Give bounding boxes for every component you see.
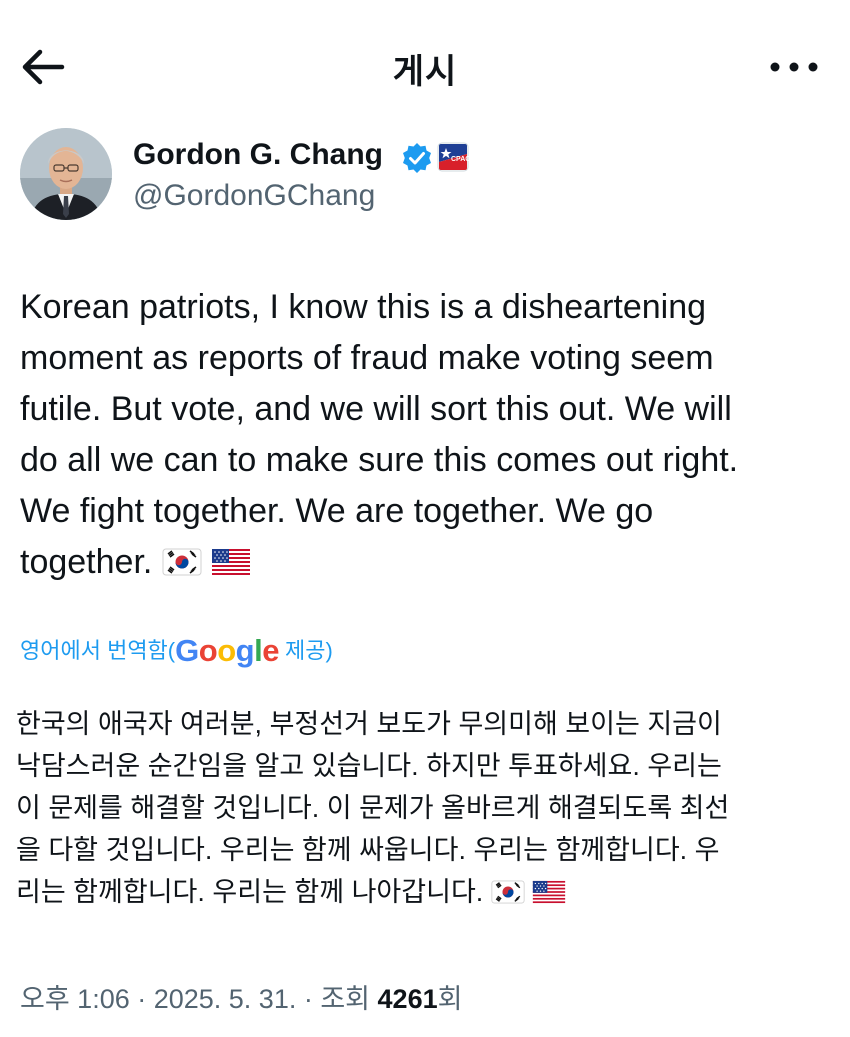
kr-flag-icon [162,548,202,576]
verified-badge-icon[interactable] [401,142,433,174]
avatar[interactable] [20,128,112,220]
tweet-text: Korean patriots, I know this is a dishea… [20,288,739,581]
google-logo: Google [175,633,279,668]
cpac-affiliation-badge-icon[interactable]: CPAC [437,142,469,172]
translation-attribution-link[interactable]: 영어에서 번역함(Google 제공) [20,633,333,669]
author-handle[interactable]: @GordonGChang [133,179,375,213]
author-name[interactable]: Gordon G. Chang [133,138,383,172]
more-horizontal-icon [770,62,818,72]
more-options-button[interactable] [764,50,824,84]
translation-suffix: 제공) [278,638,333,663]
view-count: 4261 [377,984,438,1014]
tweet-body: Korean patriots, I know this is a dishea… [20,282,835,588]
page-title: 게시 [392,53,458,91]
timestamp[interactable]: 오후 1:06 · 2025. 5. 31. · 조회 [20,984,378,1014]
svg-text:CPAC: CPAC [451,156,469,163]
us-flag-icon [533,880,566,904]
kr-flag-icon [491,880,525,904]
translated-text-block: 한국의 애국자 여러분, 부정선거 보도가 무의미해 보이는 지금이 낙담스러운… [16,703,841,913]
avatar-portrait-image [20,128,112,220]
translated-text: 한국의 애국자 여러분, 부정선거 보도가 무의미해 보이는 지금이 낙담스러운… [16,709,730,907]
tweet-meta: 오후 1:06 · 2025. 5. 31. · 조회 4261회 [20,977,462,1016]
top-bar: 게시 [0,0,850,130]
view-count-suffix: 회 [437,984,463,1014]
us-flag-icon [212,549,251,575]
translation-prefix: 영어에서 번역함( [20,638,176,663]
